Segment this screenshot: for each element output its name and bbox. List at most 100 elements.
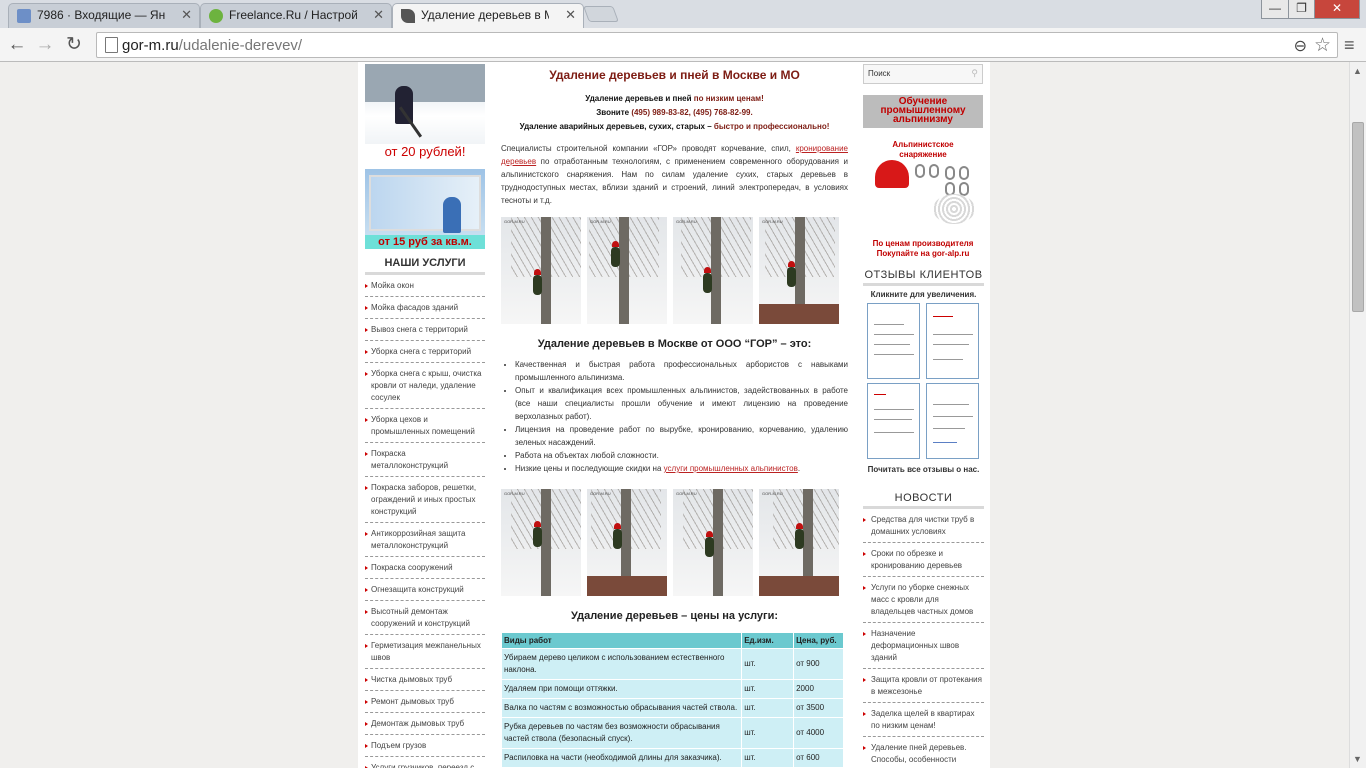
news-link[interactable]: Услуги по уборке снежных масс с кровли д… [863,577,984,623]
tab-yandex-mail[interactable]: 7986 · Входящие — Яндекс ✕ [8,3,200,28]
table-cell: шт. [741,717,795,749]
scrollbar-thumb[interactable] [1352,122,1364,312]
helmet-icon [796,523,803,529]
tab-close-icon[interactable]: ✕ [565,4,576,26]
arborist-figure [533,275,542,295]
service-link[interactable]: Огнезащита конструкций [365,579,485,601]
tree-removal-photo[interactable]: GOR-M.RU [673,217,753,324]
service-link[interactable]: Демонтаж дымовых труб [365,713,485,735]
news-link[interactable]: Сроки по обрезке и кронированию деревьев [863,543,984,577]
arborist-figure [795,529,804,549]
snow-removal-banner[interactable]: от 20 рублей! [365,64,485,159]
review-thumbnail[interactable] [926,383,979,459]
news-link[interactable]: Назначение деформационных швов зданий [863,623,984,669]
right-sidebar: Поиск ⚲ Обучение промышленному альпинизм… [863,62,984,768]
intro-text-a: Специалисты строительной компании «ГОР» … [501,144,791,153]
benefit-item: Качественная и быстрая работа профессион… [515,358,848,384]
zoom-icon[interactable]: ⊖ [1294,36,1307,56]
gear-ad-line2: Покупайте на gor-alp.ru [876,249,970,258]
service-link[interactable]: Услуги грузчиков, переезд с грузчиками [365,757,485,768]
tab-title: Freelance.Ru / Настройки [229,8,357,22]
headline-line-2: Звоните (495) 989-83-82, (495) 768-82-99… [501,106,848,120]
photo-row-2: GOR-M.RU GOR-M.RU GOR-M.RU GOR-M.RU [501,489,848,596]
alpinist-services-link[interactable]: услуги промышленных альпинистов [664,464,798,473]
site-icon [401,9,415,23]
service-link[interactable]: Чистка дымовых труб [365,669,485,691]
service-link[interactable]: Подъем грузов [365,735,485,757]
new-tab-button[interactable] [583,6,619,22]
helmet-icon [534,269,541,275]
alpinism-training-banner[interactable]: Обучение промышленному альпинизму [863,95,983,128]
all-reviews-link[interactable]: Почитать все отзывы о нас. [863,465,984,474]
tab-freelance[interactable]: Freelance.Ru / Настройки ✕ [200,3,392,28]
arborist-figure [703,273,712,293]
news-link[interactable]: Защита кровли от протекания в межсезонье [863,669,984,703]
main-content: Удаление деревьев и пней в Москве и МО У… [500,68,848,768]
table-cell: от 4000 [793,717,844,749]
service-link[interactable]: Ремонт дымовых труб [365,691,485,713]
service-link[interactable]: Уборка цехов и промышленных помещений [365,409,485,443]
alpine-gear-ad[interactable]: Альпинистское снаряжение По ценам произв… [863,134,983,259]
search-input[interactable]: Поиск ⚲ [863,64,983,84]
service-link[interactable]: Вывоз снега с территорий [365,319,485,341]
tree-removal-photo[interactable]: GOR-M.RU [759,489,839,596]
scroll-down-icon[interactable]: ▼ [1353,754,1362,764]
benefit-item: Лицензия на проведение работ по вырубке,… [515,423,848,449]
line1-highlight: по низким ценам! [693,94,764,103]
photo-watermark: GOR-M.RU [676,219,697,224]
back-icon[interactable]: ← [5,33,29,57]
url-text[interactable]: gor-m.ru/udalenie-derevev/ [122,37,302,54]
search-icon[interactable]: ⚲ [971,68,978,79]
vertical-scrollbar[interactable]: ▲ ▼ [1349,62,1366,768]
service-link[interactable]: Мойка окон [365,275,485,297]
tree-removal-photo[interactable]: GOR-M.RU [673,489,753,596]
window-close-button[interactable]: ✕ [1314,0,1360,19]
maximize-button[interactable]: ❐ [1288,0,1315,19]
review-thumbnail[interactable] [867,303,920,379]
page-title: Удаление деревьев и пней в Москве и МО [549,68,800,82]
address-bar[interactable]: gor-m.ru/udalenie-derevev/ ⊖ ☆ [96,32,1338,58]
news-link[interactable]: Заделка щелей в квартирах по низким цена… [863,703,984,737]
reload-icon[interactable]: ↻ [62,33,86,57]
browser-toolbar: ← → ↻ gor-m.ru/udalenie-derevev/ ⊖ ☆ ≡ [0,28,1366,62]
service-link[interactable]: Покраска металлоконструкций [365,443,485,477]
chrome-menu-icon[interactable]: ≡ [1344,35,1355,56]
review-thumbnail[interactable] [867,383,920,459]
prices-heading: Удаление деревьев – цены на услуги: [570,610,779,622]
minimize-button[interactable]: — [1261,0,1289,19]
tree-removal-photo[interactable]: GOR-M.RU [587,217,667,324]
window-cleaning-banner[interactable]: от 15 руб за кв.м. [365,169,485,249]
service-link[interactable]: Мойка фасадов зданий [365,297,485,319]
service-link[interactable]: Уборка снега с территорий [365,341,485,363]
service-link[interactable]: Герметизация межпанельных швов [365,635,485,669]
tree-removal-photo[interactable]: GOR-M.RU [501,489,581,596]
table-cell: шт. [741,698,795,718]
tree-trunk [541,489,551,596]
forward-icon[interactable]: → [33,33,57,57]
tab-close-icon[interactable]: ✕ [181,4,192,26]
scroll-up-icon[interactable]: ▲ [1353,66,1362,76]
review-thumbnail[interactable] [926,303,979,379]
cleaner-figure [443,197,461,233]
tab-close-icon[interactable]: ✕ [373,4,384,26]
service-link[interactable]: Уборка снега с крыш, очистка кровли от н… [365,363,485,409]
tree-trunk [619,217,629,324]
service-link[interactable]: Покраска заборов, решетки, ограждений и … [365,477,485,523]
service-link[interactable]: Антикоррозийная защита металлоконструкци… [365,523,485,557]
service-link[interactable]: Высотный демонтаж сооружений и конструкц… [365,601,485,635]
photo-watermark: GOR-M.RU [762,491,783,496]
banner2-caption: от 15 руб за кв.м. [365,235,485,249]
news-link[interactable]: Средства для чистки труб в домашних усло… [863,509,984,543]
news-link[interactable]: Удаление пней деревьев. Способы, особенн… [863,737,984,768]
tree-removal-photo[interactable]: GOR-M.RU [501,217,581,324]
helmet-icon [875,160,909,188]
carabiner-icon [915,164,925,178]
search-placeholder: Поиск [868,69,891,78]
table-cell: шт. [741,679,795,699]
tab-current[interactable]: Удаление деревьев в Мос ✕ [392,3,584,29]
tree-removal-photo[interactable]: GOR-M.RU [587,489,667,596]
photo-watermark: GOR-M.RU [504,219,525,224]
tree-removal-photo[interactable]: GOR-M.RU [759,217,839,324]
bookmark-star-icon[interactable]: ☆ [1314,34,1331,57]
service-link[interactable]: Покраска сооружений [365,557,485,579]
